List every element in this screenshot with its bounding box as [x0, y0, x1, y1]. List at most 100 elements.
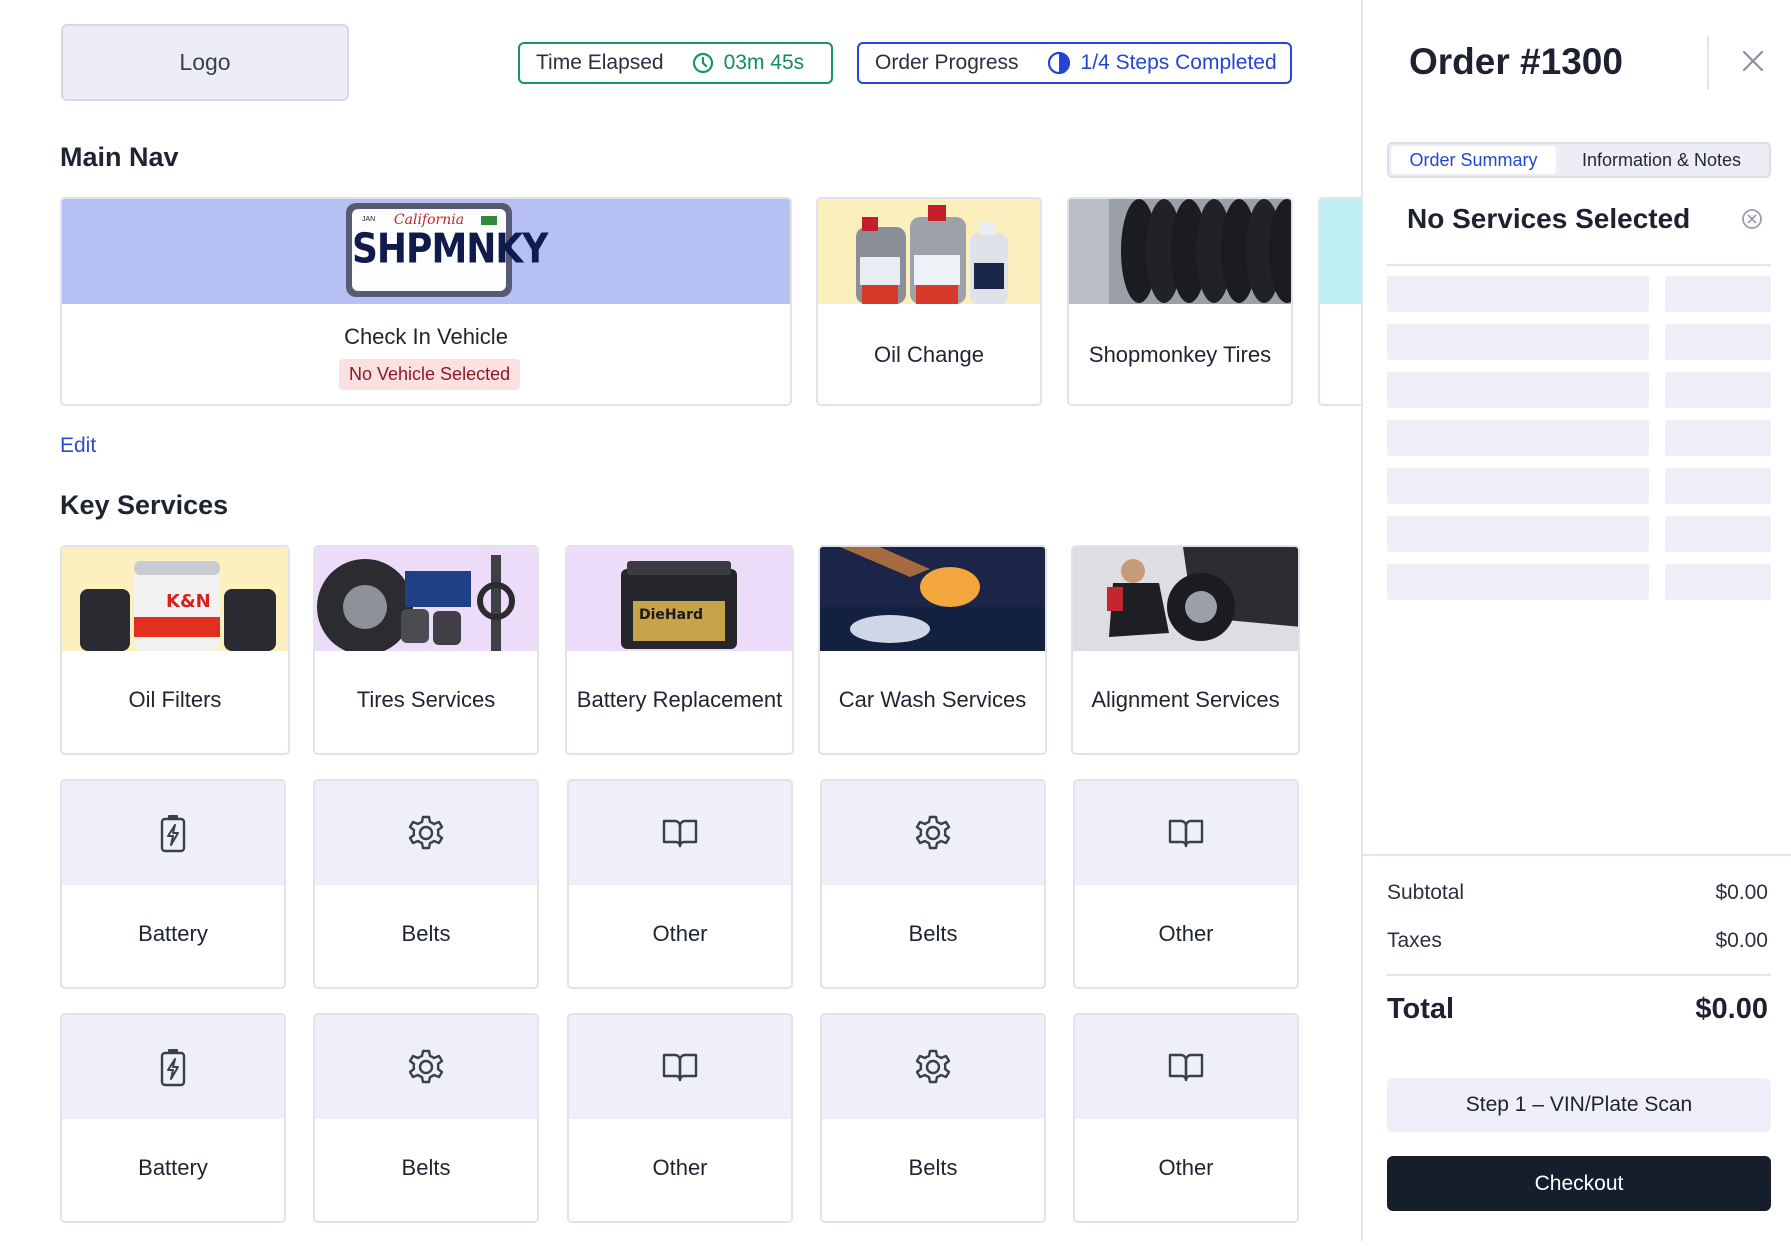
- car-wash-image: [820, 547, 1045, 651]
- service-label: Other: [1158, 1155, 1214, 1180]
- total-divider: [1387, 974, 1771, 976]
- skeleton-line-price: [1665, 276, 1771, 312]
- card-icon-area: [315, 781, 537, 885]
- car-wash-services-label: Car Wash Services: [838, 687, 1027, 712]
- service-label: Battery: [138, 921, 208, 946]
- battery-service-card[interactable]: Battery: [60, 1013, 286, 1223]
- svg-text:K&N: K&N: [166, 591, 211, 612]
- shopmonkey-tires-label: Shopmonkey Tires: [1088, 342, 1272, 367]
- tires-services-card[interactable]: Tires Services: [313, 545, 539, 755]
- gear-icon: [913, 1047, 953, 1087]
- alignment-services-label: Alignment Services: [1091, 687, 1280, 712]
- no-vehicle-badge: No Vehicle Selected: [339, 359, 521, 390]
- main-area: Logo Time Elapsed 03m 45s Order Progress…: [0, 0, 1361, 1251]
- book-icon: [1166, 815, 1206, 851]
- plate-number: SHPMNKY: [352, 225, 548, 274]
- skeleton-line-price: [1665, 420, 1771, 456]
- tires-rack-image: [1069, 199, 1291, 304]
- other-service-card[interactable]: Other: [1073, 1013, 1299, 1223]
- clock-icon: [692, 52, 714, 74]
- book-icon: [660, 1049, 700, 1085]
- belts-service-card[interactable]: Belts: [820, 1013, 1046, 1223]
- checkout-button[interactable]: Checkout: [1387, 1156, 1771, 1211]
- belts-service-card[interactable]: Belts: [313, 1013, 539, 1223]
- taxes-label: Taxes: [1387, 929, 1442, 952]
- alignment-services-card[interactable]: Alignment Services: [1071, 545, 1300, 755]
- service-label: Battery: [138, 1155, 208, 1180]
- skeleton-line-item: [1387, 324, 1649, 360]
- battery-replacement-label: Battery Replacement: [576, 687, 783, 712]
- card-icon-area: [822, 1015, 1044, 1119]
- card-icon-area: [62, 1015, 284, 1119]
- oil-filters-card[interactable]: K&N Oil Filters: [60, 545, 290, 755]
- nav-card-partial-image: [1320, 199, 1361, 304]
- taxes-value: $0.00: [1715, 929, 1768, 952]
- other-service-card[interactable]: Other: [567, 779, 793, 989]
- main-nav-title: Main Nav: [60, 142, 179, 172]
- oil-change-card[interactable]: Oil Change: [816, 197, 1042, 406]
- skeleton-line-item: [1387, 420, 1649, 456]
- gear-icon: [406, 813, 446, 853]
- license-plate-image: JAN California SHPMNKY: [62, 199, 790, 304]
- belts-service-card[interactable]: Belts: [313, 779, 539, 989]
- other-service-card[interactable]: Other: [567, 1013, 793, 1223]
- key-services-title: Key Services: [60, 490, 229, 520]
- svg-text:DieHard: DieHard: [639, 607, 703, 623]
- skeleton-line-price: [1665, 516, 1771, 552]
- no-services-selected: No Services Selected: [1407, 203, 1691, 234]
- battery-service-card[interactable]: Battery: [60, 779, 286, 989]
- battery-replacement-card[interactable]: DieHard Battery Replacement: [565, 545, 794, 755]
- skeleton-line-item: [1387, 372, 1649, 408]
- close-icon[interactable]: [1738, 46, 1768, 76]
- alignment-image: [1073, 547, 1298, 651]
- vin-plate-scan-button[interactable]: Step 1 – VIN/Plate Scan: [1387, 1078, 1771, 1132]
- battery-image: DieHard: [567, 547, 792, 651]
- card-icon-area: [315, 1015, 537, 1119]
- check-in-vehicle-card[interactable]: JAN California SHPMNKY Check In Vehicle …: [60, 197, 792, 406]
- tab-information-notes[interactable]: Information & Notes: [1556, 146, 1767, 174]
- skeleton-line-price: [1665, 468, 1771, 504]
- logo[interactable]: Logo: [61, 24, 349, 101]
- car-wash-services-card[interactable]: Car Wash Services: [818, 545, 1047, 755]
- nav-card-partial[interactable]: [1318, 197, 1361, 406]
- card-icon-area: [822, 781, 1044, 885]
- battery-icon: [156, 1047, 190, 1087]
- service-label: Belts: [401, 921, 451, 946]
- order-progress-value: 1/4 Steps Completed: [1080, 51, 1277, 74]
- belts-service-card[interactable]: Belts: [820, 779, 1046, 989]
- order-title: Order #1300: [1409, 41, 1623, 82]
- gear-icon: [406, 1047, 446, 1087]
- book-icon: [1166, 1049, 1206, 1085]
- shopmonkey-tires-card[interactable]: Shopmonkey Tires: [1067, 197, 1293, 406]
- time-elapsed-value: 03m 45s: [723, 51, 805, 74]
- skeleton-line-price: [1665, 324, 1771, 360]
- service-label: Belts: [401, 1155, 451, 1180]
- oil-bottles-image: [818, 199, 1040, 304]
- gear-icon: [913, 813, 953, 853]
- service-label: Other: [1158, 921, 1214, 946]
- oil-filters-image: K&N: [62, 547, 288, 651]
- order-progress-label: Order Progress: [875, 51, 1019, 74]
- summary-divider: [1387, 264, 1771, 266]
- edit-link[interactable]: Edit: [60, 434, 96, 458]
- total-label: Total: [1387, 993, 1455, 1025]
- service-label: Belts: [908, 1155, 958, 1180]
- order-progress-badge: Order Progress 1/4 Steps Completed: [857, 42, 1292, 84]
- check-in-vehicle-label: Check In Vehicle: [344, 324, 508, 349]
- total-value: $0.00: [1695, 993, 1768, 1025]
- card-icon-area: [1075, 781, 1297, 885]
- service-label: Other: [652, 921, 708, 946]
- card-icon-area: [62, 781, 284, 885]
- skeleton-line-item: [1387, 468, 1649, 504]
- oil-filters-label: Oil Filters: [128, 687, 222, 712]
- service-label: Other: [652, 1155, 708, 1180]
- other-service-card[interactable]: Other: [1073, 779, 1299, 989]
- clear-circle-icon[interactable]: [1741, 208, 1763, 235]
- skeleton-line-item: [1387, 276, 1649, 312]
- header-divider: [1707, 36, 1709, 90]
- skeleton-line-item: [1387, 516, 1649, 552]
- time-elapsed-badge: Time Elapsed 03m 45s: [518, 42, 833, 84]
- tab-order-summary[interactable]: Order Summary: [1391, 146, 1556, 174]
- battery-icon: [156, 813, 190, 853]
- card-icon-area: [569, 781, 791, 885]
